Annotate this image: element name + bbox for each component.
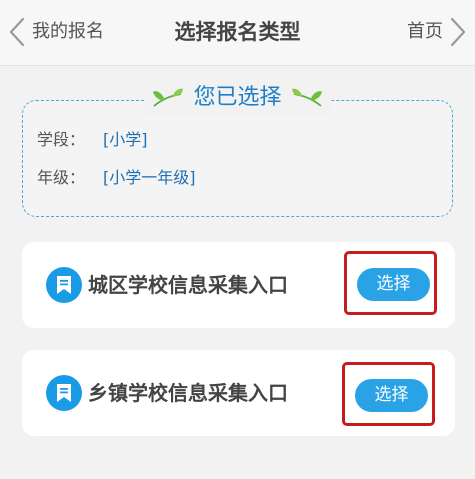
stage-row: 学段： [小学] xyxy=(37,128,148,152)
grade-value: [小学一年级] xyxy=(103,168,196,187)
leaf-right-icon xyxy=(291,88,322,107)
selection-summary-box: 学段： [小学] 年级： [小学一年级] xyxy=(22,100,453,217)
select-button[interactable]: 选择 xyxy=(355,379,428,412)
grade-key: 年级： xyxy=(37,168,86,187)
bookmark-icon xyxy=(46,267,82,303)
bookmark-icon xyxy=(46,375,82,411)
stage-key: 学段： xyxy=(37,130,86,149)
grade-row: 年级： [小学一年级] xyxy=(37,166,196,190)
highlight-frame: 选择 xyxy=(342,362,435,426)
entry-label: 乡镇学校信息采集入口 xyxy=(88,381,288,405)
chevron-left-icon xyxy=(9,17,25,47)
entry-card-township: 乡镇学校信息采集入口 选择 xyxy=(22,350,455,436)
select-button[interactable]: 选择 xyxy=(357,268,430,301)
highlight-frame: 选择 xyxy=(344,251,437,315)
home-button[interactable]: 首页 xyxy=(407,16,467,48)
back-button[interactable]: 我的报名 xyxy=(8,16,104,48)
selection-title: 您已选择 xyxy=(193,85,282,110)
selection-heading: 您已选择 xyxy=(0,80,475,116)
entry-label: 城区学校信息采集入口 xyxy=(88,273,288,297)
header-bar: 我的报名 选择报名类型 首页 xyxy=(0,0,475,66)
chevron-right-icon xyxy=(450,17,466,47)
entry-card-urban: 城区学校信息采集入口 选择 xyxy=(22,242,455,328)
stage-value: [小学] xyxy=(103,130,148,149)
home-label: 首页 xyxy=(407,21,443,42)
leaf-left-icon xyxy=(153,88,184,107)
back-label: 我的报名 xyxy=(32,21,104,42)
